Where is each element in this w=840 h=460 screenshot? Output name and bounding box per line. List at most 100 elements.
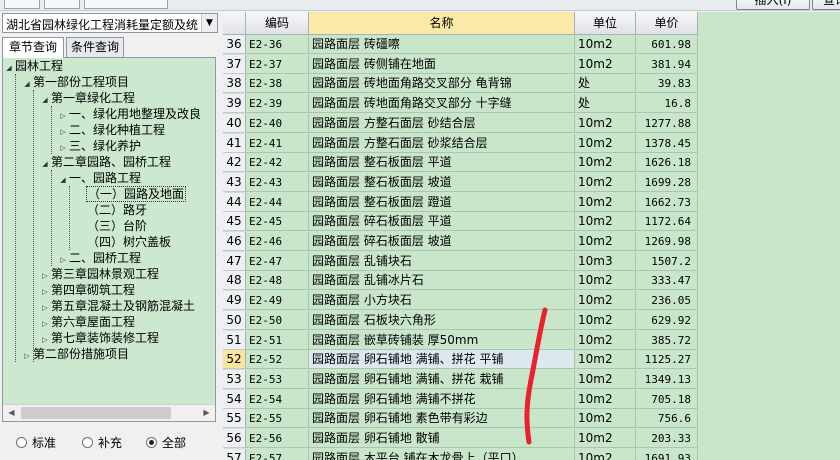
tree-connector [69, 186, 70, 250]
tree-node-chapter-5[interactable]: ▷ 第五章混凝土及钢筋混凝土 [40, 298, 196, 314]
top-tab-1[interactable] [4, 0, 40, 9]
tree-node-road-surface[interactable]: （一）园路及地面 [86, 186, 187, 202]
row-name: 园路面层 方整石面层 砂结合层 [309, 113, 575, 133]
row-price: 1662.73 [636, 192, 698, 212]
collapse-icon[interactable]: ▷ [22, 348, 32, 364]
row-index: 53 [223, 369, 246, 389]
header-name[interactable]: 名称 [309, 12, 575, 35]
row-code: E2-41 [246, 133, 309, 153]
expand-icon[interactable]: ◢ [40, 92, 50, 108]
scroll-right-icon[interactable]: ▶ [198, 405, 215, 421]
tree-node-chapter-6[interactable]: ▷ 第六章屋面工程 [40, 314, 136, 330]
row-unit: 10m2 [575, 409, 636, 429]
table-row[interactable]: 54 E2-54 园路面层 卵石铺地 满铺不拼花 10m2 705.18 [223, 389, 840, 409]
expand-icon[interactable]: ◢ [4, 60, 14, 76]
row-name: 园路面层 碎石板面层 平道 [309, 212, 575, 232]
scroll-left-icon[interactable]: ◀ [3, 405, 20, 421]
expand-icon[interactable]: ◢ [22, 76, 32, 92]
table-row[interactable]: 38 E2-38 园路面层 砖地面角路交叉部分 龟背锦处 39.83 [223, 74, 840, 94]
row-code: E2-47 [246, 251, 309, 271]
tree-node-chapter-2[interactable]: ◢ 第二章园路、园桥工程 [40, 154, 172, 170]
table-row[interactable]: 55 E2-55 园路面层 卵石铺地 素色带有彩边 10m2 756.6 [223, 409, 840, 429]
row-price: 385.72 [636, 330, 698, 350]
tree-node-road-works[interactable]: ◢ 一、园路工程 [58, 170, 142, 186]
row-name: 园路面层 砖侧铺在地面 [309, 54, 575, 74]
catalog-dropdown[interactable]: 湖北省园林绿化工程消耗量定额及统 ▼ [2, 13, 218, 33]
row-code: E2-38 [246, 74, 309, 94]
expand-icon[interactable]: ◢ [58, 172, 68, 188]
table-row[interactable]: 44 E2-44 园路面层 整石板面层 蹬道 10m2 1662.73 [223, 192, 840, 212]
row-index: 54 [223, 389, 246, 409]
table-row[interactable]: 41 E2-41 园路面层 方整石面层 砂浆结合层 10m2 1378.45 [223, 133, 840, 153]
radio-circle-icon[interactable] [146, 437, 157, 448]
tree-node-chapter-3[interactable]: ▷ 第三章园林景观工程 [40, 266, 160, 282]
tree-node-land-preparation[interactable]: ▷ 一、绿化用地整理及改良 [58, 106, 202, 122]
table-row[interactable]: 46 E2-46 园路面层 碎石板面层 坡道 10m2 1269.98 [223, 232, 840, 251]
row-price: 1349.13 [636, 369, 698, 389]
row-name: 园路面层 乱铺冰片石 [309, 271, 575, 291]
tree-node-steps[interactable]: （三）台阶 [86, 218, 148, 234]
top-tab-2[interactable] [44, 0, 80, 9]
row-code: E2-39 [246, 94, 309, 114]
tree-node-part-one[interactable]: ◢ 第一部份工程项目 [22, 74, 130, 90]
tree-node-garden-engineering[interactable]: ◢ 园林工程 [4, 58, 64, 74]
row-price: 1172.64 [636, 212, 698, 232]
table-row[interactable]: 50 E2-50 园路面层 石板块六角形 10m2 629.92 [223, 310, 840, 330]
row-price: 1378.45 [636, 133, 698, 153]
tree-node-maintenance[interactable]: ▷ 三、绿化养护 [58, 138, 142, 154]
scroll-thumb[interactable] [21, 407, 171, 419]
top-tab-3[interactable] [84, 0, 168, 9]
row-name: 园路面层 整石板面层 蹬道 [309, 192, 575, 212]
row-code: E2-40 [246, 113, 309, 133]
radio-circle-icon[interactable] [16, 437, 27, 448]
tree-node-chapter-7[interactable]: ▷ 第七章装饰装修工程 [40, 330, 160, 346]
tree-node-bridge-works[interactable]: ▷ 二、园桥工程 [58, 250, 142, 266]
table-row[interactable]: 37 E2-37 园路面层 砖侧铺在地面 10m2 381.94 [223, 54, 840, 74]
radio-standard[interactable]: 标准 [16, 435, 56, 451]
row-price: 1507.2 [636, 251, 698, 271]
tree-node-chapter-1[interactable]: ◢ 第一章绿化工程 [40, 90, 136, 106]
tree-node-part-two[interactable]: ▷ 第二部份措施项目 [22, 346, 130, 362]
header-price[interactable]: 单价 [636, 12, 698, 35]
row-index: 36 [223, 35, 246, 54]
table-row[interactable]: 47 E2-47 园路面层 乱铺块石 10m3 1507.2 [223, 251, 840, 271]
tree-node-planting[interactable]: ▷ 二、绿化种植工程 [58, 122, 166, 138]
table-row[interactable]: 45 E2-45 园路面层 碎石板面层 平道 10m2 1172.64 [223, 212, 840, 232]
tree-node-curb[interactable]: （二）路牙 [86, 202, 148, 218]
view-button[interactable]: 查询(E) [812, 0, 840, 10]
tree-horizontal-scrollbar[interactable]: ◀ ▶ [3, 404, 215, 421]
row-code: E2-44 [246, 192, 309, 212]
tree-node-chapter-4[interactable]: ▷ 第四章砌筑工程 [40, 282, 136, 298]
table-row[interactable]: 40 E2-40 园路面层 方整石面层 砂结合层 10m2 1277.88 [223, 113, 840, 133]
radio-all[interactable]: 全部 [146, 435, 186, 451]
table-row[interactable]: 53 E2-53 园路面层 卵石铺地 满铺、拼花 栽铺 10m2 1349.13 [223, 369, 840, 389]
radio-supplement[interactable]: 补充 [82, 435, 122, 451]
insert-button[interactable]: 插入(I) [736, 0, 810, 10]
tab-chapter-query[interactable]: 章节查询 [2, 37, 64, 58]
table-row[interactable]: 51 E2-51 园路面层 嵌草砖铺装 厚50mm 10m2 385.72 [223, 330, 840, 350]
row-price: 203.33 [636, 429, 698, 448]
table-row[interactable]: 49 E2-49 园路面层 小方块石 10m2 236.05 [223, 291, 840, 311]
header-code[interactable]: 编码 [246, 12, 309, 35]
table-row[interactable]: 56 E2-56 园路面层 卵石铺地 散铺 10m2 203.33 [223, 429, 840, 448]
row-name: 园路面层 小方块石 [309, 291, 575, 311]
tab-condition-query[interactable]: 条件查询 [66, 37, 124, 57]
table-row[interactable]: 39 E2-39 园路面层 砖地面角路交叉部分 十字缝处 16.8 [223, 94, 840, 114]
row-code: E2-55 [246, 409, 309, 429]
row-name: 园路面层 木平台 铺在木龙骨上（平口） [309, 448, 575, 460]
table-row[interactable]: 57 E2-57 园路面层 木平台 铺在木龙骨上（平口） 10m2 1691.93 [223, 448, 840, 460]
table-row[interactable]: 48 E2-48 园路面层 乱铺冰片石 10m2 333.47 [223, 271, 840, 291]
chevron-down-icon[interactable]: ▼ [201, 14, 217, 32]
tree-node-tree-pit-cover[interactable]: （四）树穴盖板 [86, 234, 172, 250]
expand-icon[interactable]: ◢ [40, 156, 50, 172]
row-price: 1269.98 [636, 232, 698, 251]
row-unit: 10m2 [575, 113, 636, 133]
table-row[interactable]: 43 E2-43 园路面层 整石板面层 坡道 10m2 1699.28 [223, 172, 840, 192]
radio-circle-icon[interactable] [82, 437, 93, 448]
row-price: 16.8 [636, 94, 698, 114]
table-row[interactable]: 42 E2-42 园路面层 整石板面层 平道 10m2 1626.18 [223, 153, 840, 173]
row-index: 41 [223, 133, 246, 153]
table-row[interactable]: 52 E2-52 园路面层 卵石铺地 满铺、拼花 平铺 10m2 1125.27 [223, 350, 840, 370]
table-row[interactable]: 36 E2-36 园路面层 砖礓嚓 10m2 601.98 [223, 35, 840, 54]
header-unit[interactable]: 单位 [575, 12, 636, 35]
